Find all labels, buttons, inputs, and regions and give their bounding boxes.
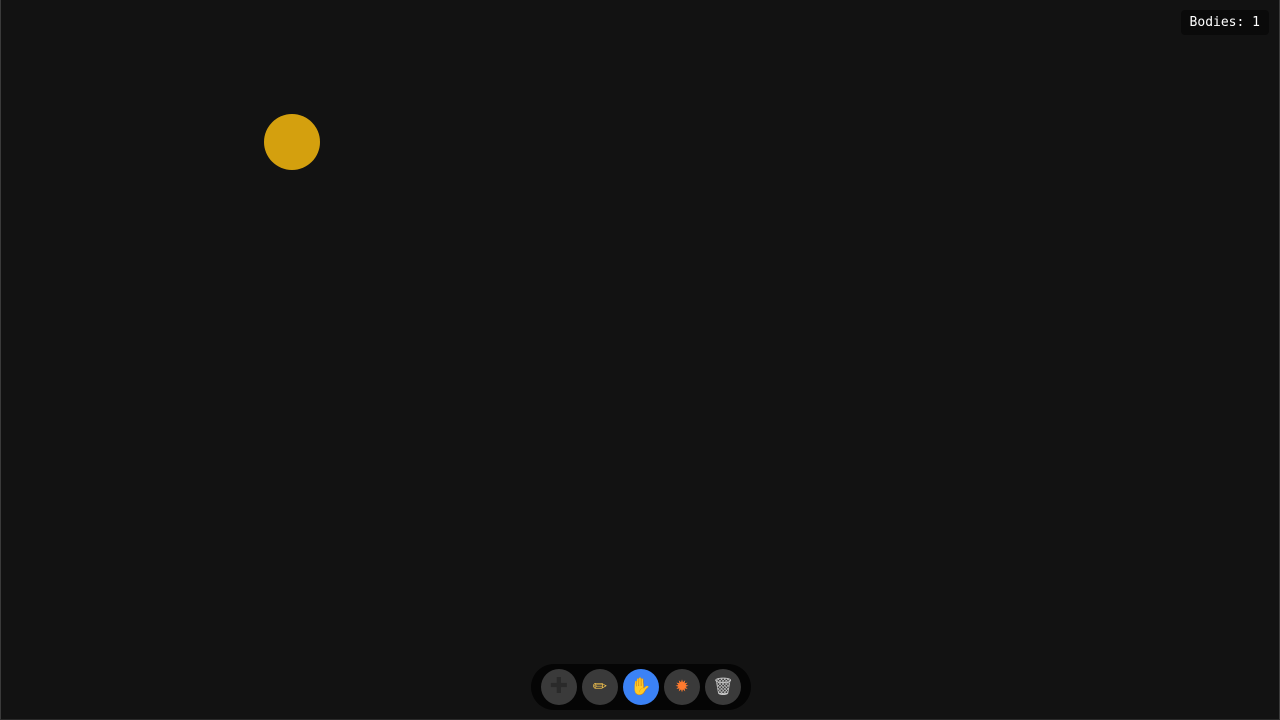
grab-tool-button[interactable]: ✋: [623, 669, 659, 705]
plus-icon: ✚: [549, 674, 569, 699]
clear-all-button[interactable]: 🗑: [705, 669, 741, 705]
physics-canvas[interactable]: Bodies: 1 ✚ ✏ ✋ ✹ 🗑: [0, 0, 1280, 720]
draw-tool-button[interactable]: ✏: [582, 669, 618, 705]
hand-icon: ✋: [630, 676, 652, 697]
physics-body-circle[interactable]: [264, 114, 320, 170]
trash-icon: 🗑: [712, 676, 734, 697]
explode-tool-button[interactable]: ✹: [664, 669, 700, 705]
add-body-button[interactable]: ✚: [541, 669, 577, 705]
bodies-counter: Bodies: 1: [1180, 10, 1269, 35]
explosion-icon: ✹: [674, 676, 690, 697]
pencil-icon: ✏: [592, 676, 608, 697]
tool-palette: ✚ ✏ ✋ ✹ 🗑: [531, 664, 751, 710]
